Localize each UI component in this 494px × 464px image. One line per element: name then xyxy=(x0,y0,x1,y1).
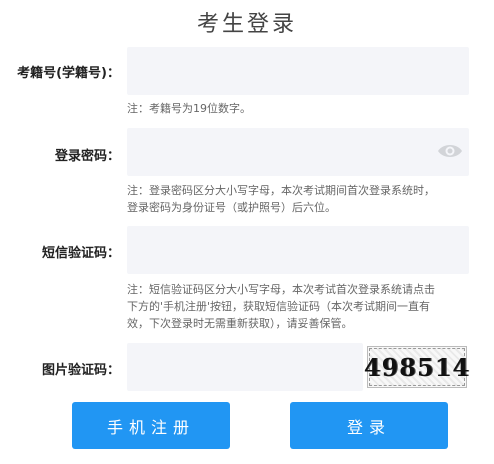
image-code-label: 图片验证码： xyxy=(41,363,120,378)
eye-icon[interactable] xyxy=(437,142,463,160)
phone-register-button[interactable]: 手机注册 xyxy=(72,402,230,449)
password-note-line: 登录密码为身份证号（或护照号）后六位。 xyxy=(127,201,336,214)
exam-id-note: 注：考籍号为19位数字。 xyxy=(127,102,251,115)
password-note-line: 注：登录密码区分大小写字母，本次考试期间首次登录系统时， xyxy=(127,184,435,197)
sms-note-line: 效，下次登录时无需重新获取），请妥善保管。 xyxy=(127,317,353,330)
sms-code-label: 短信验证码： xyxy=(41,246,120,261)
password-note: 注：登录密码区分大小写字母，本次考试期间首次登录系统时， 登录密码为身份证号（或… xyxy=(127,182,479,216)
sms-note-line: 注：短信验证码区分大小写字母，本次考试首次登录系统请点击 xyxy=(127,283,435,296)
captcha-image[interactable]: 498514 xyxy=(364,346,469,388)
page-title: 考生登录 xyxy=(196,12,297,37)
password-label: 登录密码： xyxy=(54,149,120,164)
captcha-text: 498514 xyxy=(364,348,469,386)
sms-code-input[interactable] xyxy=(127,226,469,274)
exam-id-input[interactable] xyxy=(127,47,469,95)
login-page: 考生登录 考籍号(学籍号)： 注：考籍号为19位数字。 登录密码： 注：登录密码… xyxy=(0,0,494,464)
sms-code-note: 注：短信验证码区分大小写字母，本次考试首次登录系统请点击 下方的'手机注册'按钮… xyxy=(127,281,479,332)
password-input[interactable] xyxy=(127,128,469,176)
sms-note-line: 下方的'手机注册'按钮，获取短信验证码（本次考试期间一直有 xyxy=(127,300,431,313)
image-code-input[interactable] xyxy=(127,343,363,391)
login-button[interactable]: 登录 xyxy=(290,402,448,449)
exam-id-label: 考籍号(学籍号)： xyxy=(17,66,120,81)
